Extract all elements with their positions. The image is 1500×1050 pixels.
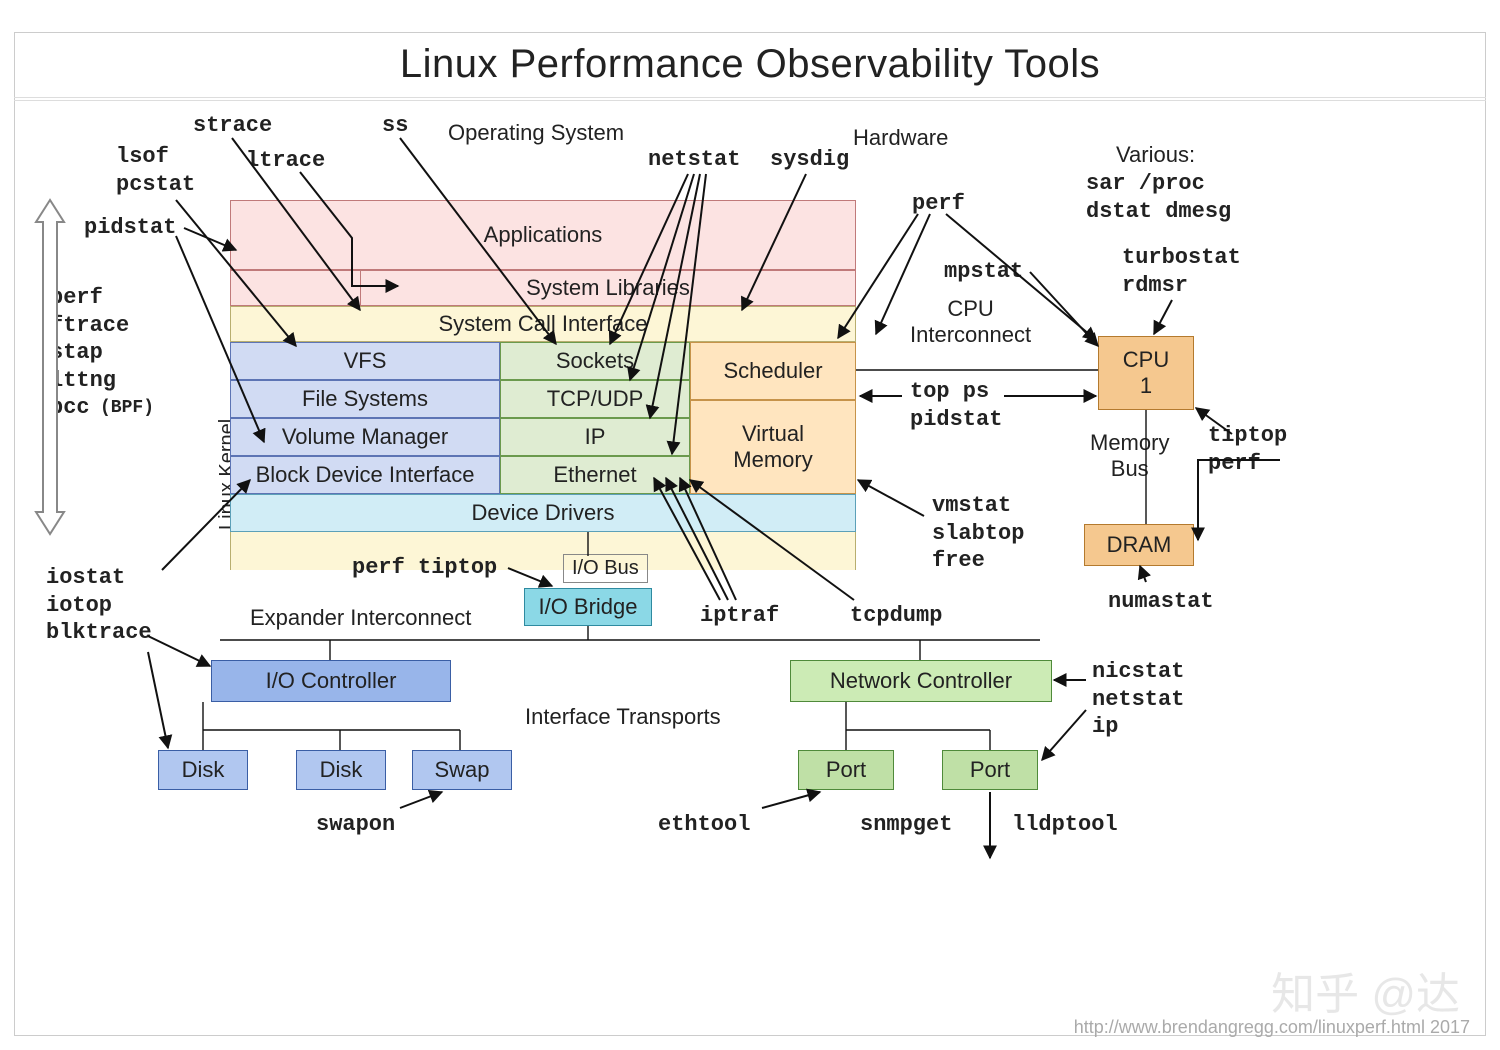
- layer-vmem: Virtual Memory: [690, 400, 856, 494]
- layer-bdi: Block Device Interface: [230, 456, 500, 494]
- tool-netstat: netstat: [648, 146, 740, 174]
- label-expander: Expander Interconnect: [250, 605, 471, 631]
- layer-fs: File Systems: [230, 380, 500, 418]
- box-disk-1: Disk: [158, 750, 248, 790]
- box-net-controller: Network Controller: [790, 660, 1052, 702]
- layer-syslibs-left: [230, 270, 360, 306]
- tool-nicstat-etc: nicstat netstat ip: [1092, 658, 1184, 741]
- tool-pidstat: pidstat: [84, 214, 176, 242]
- box-port-1: Port: [798, 750, 894, 790]
- layer-vfs: VFS: [230, 342, 500, 380]
- tool-ss: ss: [382, 112, 408, 140]
- layer-sched: Scheduler: [690, 342, 856, 400]
- label-io-bus: I/O Bus: [563, 554, 648, 583]
- header-various: Various:: [1116, 142, 1195, 168]
- tool-vmstat-etc: vmstat slabtop free: [932, 492, 1024, 575]
- tool-ethtool: ethtool: [658, 811, 750, 839]
- layer-applications: Applications: [230, 200, 856, 270]
- box-swap: Swap: [412, 750, 512, 790]
- box-cpu: CPU 1: [1098, 336, 1194, 410]
- box-disk-2: Disk: [296, 750, 386, 790]
- header-os: Operating System: [448, 120, 624, 146]
- tool-numastat: numastat: [1108, 588, 1214, 616]
- tool-tcpdump: tcpdump: [850, 602, 942, 630]
- box-port-2: Port: [942, 750, 1038, 790]
- tool-mpstat: mpstat: [944, 258, 1023, 286]
- layer-sockets: Sockets: [500, 342, 690, 380]
- tool-ltrace: ltrace: [246, 147, 325, 175]
- footer-text: http://www.brendangregg.com/linuxperf.ht…: [1074, 1017, 1470, 1038]
- tool-sysdig: sysdig: [770, 146, 849, 174]
- hairline-top: [14, 97, 1486, 98]
- tool-iostat-etc: iostat iotop blktrace: [46, 564, 152, 647]
- layer-syslibs: System Libraries: [360, 270, 856, 306]
- tool-swapon: swapon: [316, 811, 395, 839]
- layer-sci: System Call Interface: [230, 306, 856, 342]
- tool-perf-tiptop: perf tiptop: [352, 554, 497, 582]
- tool-iptraf: iptraf: [700, 602, 779, 630]
- tool-bpf-note: (BPF): [100, 397, 154, 420]
- box-io-bridge: I/O Bridge: [524, 588, 652, 626]
- hairline-top-2: [14, 100, 1486, 101]
- layer-ip: IP: [500, 418, 690, 456]
- tool-tiptop-perf: tiptop perf: [1208, 422, 1287, 477]
- layer-eth: Ethernet: [500, 456, 690, 494]
- page-title: Linux Performance Observability Tools: [0, 42, 1500, 87]
- tool-lldptool: lldptool: [1012, 811, 1118, 839]
- layer-vmgr: Volume Manager: [230, 418, 500, 456]
- tool-snmpget: snmpget: [860, 811, 952, 839]
- tool-strace: strace: [193, 112, 272, 140]
- header-hw: Hardware: [853, 125, 948, 151]
- box-io-controller: I/O Controller: [211, 660, 451, 702]
- tool-turbostat: turbostat rdmsr: [1122, 244, 1241, 299]
- tool-sar-etc: sar /proc dstat dmesg: [1086, 170, 1231, 225]
- tool-lsof-pcstat: lsof pcstat: [116, 143, 195, 198]
- label-memory-bus: Memory Bus: [1090, 430, 1169, 482]
- tool-top-ps-pidstat: top ps pidstat: [910, 378, 1002, 433]
- tool-perf-cpu: perf: [912, 190, 965, 218]
- layer-drivers: Device Drivers: [230, 494, 856, 532]
- label-iface: Interface Transports: [525, 704, 721, 730]
- label-cpu-interconnect: CPU Interconnect: [910, 296, 1031, 348]
- layer-tcpudp: TCP/UDP: [500, 380, 690, 418]
- box-dram: DRAM: [1084, 524, 1194, 566]
